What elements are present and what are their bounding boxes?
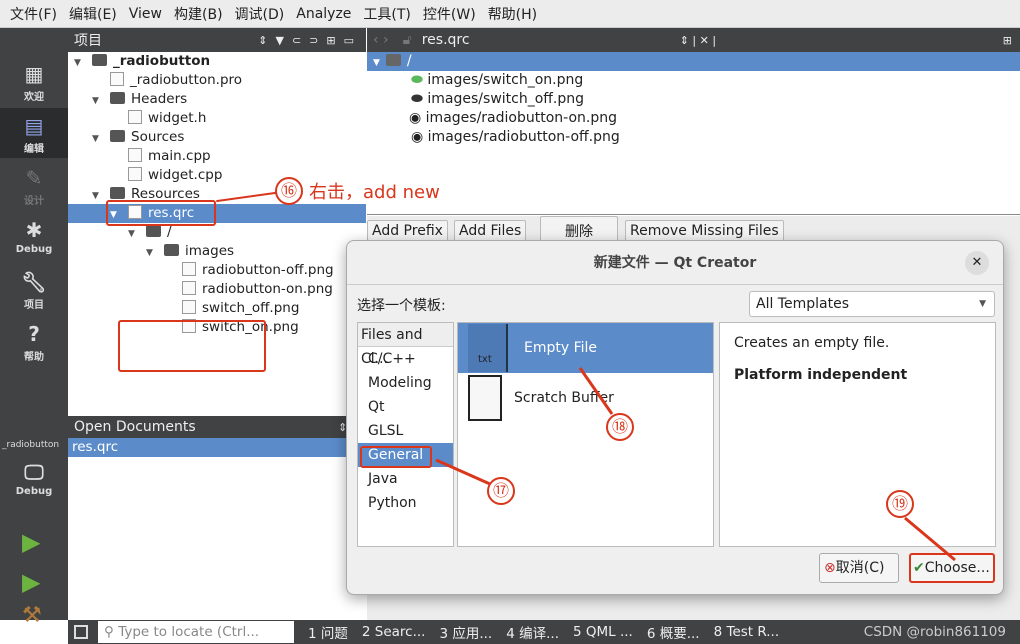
toggle-sidebar-button[interactable] [74, 625, 88, 639]
arrow-19 [904, 516, 956, 562]
arrow-17 [435, 458, 491, 486]
tab-test-results[interactable]: 8 Test R... [714, 624, 780, 640]
tab-general[interactable]: 6 概要... [647, 622, 700, 642]
locate-input[interactable]: ⚲ Type to locate (Ctrl... [98, 621, 294, 643]
watermark: CSDN @robin861109 [863, 624, 1006, 640]
tab-qml[interactable]: 5 QML ... [573, 624, 633, 640]
arrow-18 [578, 367, 614, 415]
status-bar: ⚲ Type to locate (Ctrl... 1 问题 2 Searc..… [68, 620, 1020, 644]
annotation-arrows [435, 367, 956, 562]
tab-search[interactable]: 2 Searc... [362, 624, 426, 640]
tab-app-output[interactable]: 3 应用... [439, 622, 492, 642]
tab-compile[interactable]: 4 编译... [506, 622, 559, 642]
tab-issues[interactable]: 1 问题 [308, 622, 348, 642]
